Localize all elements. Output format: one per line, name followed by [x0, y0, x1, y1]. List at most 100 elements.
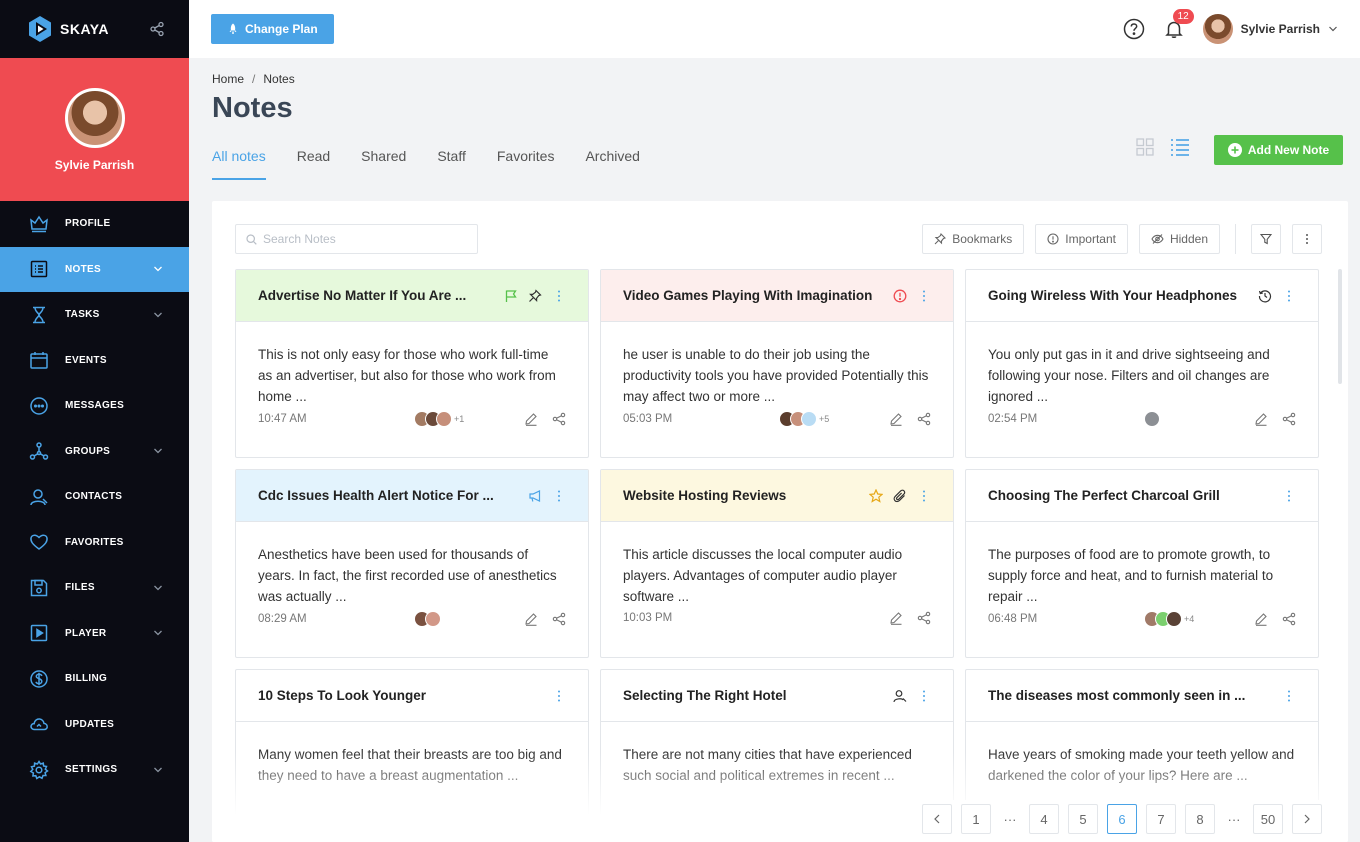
more-vertical-icon[interactable]: [552, 489, 566, 503]
search-box[interactable]: [235, 224, 478, 254]
star-icon[interactable]: [869, 488, 883, 503]
tab-read[interactable]: Read: [297, 148, 330, 180]
page-button-5[interactable]: 5: [1068, 804, 1098, 834]
pin-icon: [934, 233, 947, 245]
share-icon[interactable]: [552, 412, 566, 426]
page-button-7[interactable]: 7: [1146, 804, 1176, 834]
more-vertical-icon[interactable]: [917, 289, 931, 303]
notification-bell[interactable]: 12: [1163, 9, 1194, 40]
more-vertical-icon[interactable]: [917, 489, 931, 503]
add-note-button[interactable]: Add New Note: [1214, 135, 1343, 165]
more-vertical-icon[interactable]: [552, 289, 566, 303]
edit-icon[interactable]: [889, 611, 903, 625]
page-button-50[interactable]: 50: [1253, 804, 1283, 834]
tab-all-notes[interactable]: All notes: [212, 148, 266, 180]
edit-icon[interactable]: [524, 412, 538, 426]
megaphone-icon[interactable]: [528, 489, 542, 503]
sidebar: SKAYA Sylvie Parrish PROFILE NOTES TASKS…: [0, 0, 189, 842]
change-plan-button[interactable]: Change Plan: [211, 14, 334, 44]
note-actions: [524, 612, 566, 626]
edit-icon[interactable]: [889, 412, 903, 426]
tab-shared[interactable]: Shared: [361, 148, 406, 180]
topbar-right: 12 Sylvie Parrish: [1123, 9, 1338, 44]
share-icon[interactable]: [1282, 612, 1296, 626]
tab-staff[interactable]: Staff: [437, 148, 466, 180]
filter-button[interactable]: [1251, 224, 1281, 254]
sidebar-item-messages[interactable]: MESSAGES: [0, 383, 189, 429]
profile-name: Sylvie Parrish: [54, 157, 135, 172]
paperclip-icon[interactable]: [893, 489, 907, 503]
note-time: 02:54 PM: [988, 413, 1038, 425]
next-page-button[interactable]: [1292, 804, 1322, 834]
pagination: 1 ··· 4 5 6 7 8 ··· 50: [922, 800, 1322, 840]
sidebar-item-player[interactable]: PLAYER: [0, 611, 189, 657]
note-card[interactable]: Advertise No Matter If You Are ... This …: [235, 269, 589, 458]
note-collaborators: +1: [414, 411, 524, 427]
avatar[interactable]: [64, 87, 125, 148]
share-icon[interactable]: [149, 21, 165, 37]
more-vertical-icon[interactable]: [917, 689, 931, 703]
note-card[interactable]: Going Wireless With Your Headphones You …: [965, 269, 1319, 458]
history-icon[interactable]: [1258, 289, 1272, 303]
sidebar-nav: PROFILE NOTES TASKS EVENTS MESSAGES GROU…: [0, 201, 189, 793]
note-body: he user is unable to do their job using …: [623, 347, 929, 404]
more-vertical-icon[interactable]: [1282, 289, 1296, 303]
scrollbar[interactable]: [1338, 269, 1342, 384]
user-menu[interactable]: Sylvie Parrish: [1202, 14, 1338, 44]
flag-icon[interactable]: [504, 289, 518, 303]
list-view-icon[interactable]: [1170, 138, 1190, 156]
share-icon[interactable]: [552, 612, 566, 626]
note-body: The purposes of food are to promote grow…: [988, 547, 1274, 604]
pin-icon[interactable]: [528, 288, 542, 303]
more-vertical-icon[interactable]: [1282, 489, 1296, 503]
user-search-icon[interactable]: [893, 689, 907, 703]
note-card[interactable]: Video Games Playing With Imagination he …: [600, 269, 954, 458]
edit-icon[interactable]: [1254, 412, 1268, 426]
edit-icon[interactable]: [524, 612, 538, 626]
grid-view-icon[interactable]: [1136, 138, 1154, 156]
sidebar-item-settings[interactable]: SETTINGS: [0, 747, 189, 793]
sidebar-item-tasks[interactable]: TASKS: [0, 292, 189, 338]
network-icon: [29, 441, 49, 461]
sidebar-item-files[interactable]: FILES: [0, 565, 189, 611]
share-icon[interactable]: [917, 412, 931, 426]
sidebar-item-contacts[interactable]: CONTACTS: [0, 474, 189, 520]
page-button-4[interactable]: 4: [1029, 804, 1059, 834]
sidebar-item-groups[interactable]: GROUPS: [0, 429, 189, 475]
note-card[interactable]: Cdc Issues Health Alert Notice For ... A…: [235, 469, 589, 658]
important-filter-button[interactable]: Important: [1035, 224, 1128, 254]
note-card[interactable]: Choosing The Perfect Charcoal Grill The …: [965, 469, 1319, 658]
sidebar-item-favorites[interactable]: FAVORITES: [0, 520, 189, 566]
main-content: Home / Notes Notes All notes Read Shared…: [189, 58, 1360, 842]
note-card-header: Going Wireless With Your Headphones: [966, 270, 1318, 322]
sidebar-item-label: SETTINGS: [65, 764, 118, 776]
hidden-filter-button[interactable]: Hidden: [1138, 224, 1220, 254]
toolbar-divider: [1235, 224, 1236, 254]
note-actions: [524, 412, 566, 426]
sidebar-item-billing[interactable]: BILLING: [0, 656, 189, 702]
gear-icon: [29, 759, 49, 780]
alert-circle-icon[interactable]: [893, 289, 907, 303]
more-vertical-icon[interactable]: [1282, 689, 1296, 703]
breadcrumb-home[interactable]: Home: [212, 72, 244, 86]
page-button-6[interactable]: 6: [1107, 804, 1137, 834]
tab-archived[interactable]: Archived: [585, 148, 639, 180]
note-header-icons: [528, 489, 566, 503]
more-options-button[interactable]: [1292, 224, 1322, 254]
more-vertical-icon[interactable]: [552, 689, 566, 703]
page-button-8[interactable]: 8: [1185, 804, 1215, 834]
search-input[interactable]: [263, 232, 463, 246]
share-icon[interactable]: [917, 611, 931, 625]
prev-page-button[interactable]: [922, 804, 952, 834]
bookmarks-filter-button[interactable]: Bookmarks: [922, 224, 1025, 254]
page-button-1[interactable]: 1: [961, 804, 991, 834]
sidebar-item-updates[interactable]: UPDATES: [0, 702, 189, 748]
note-card[interactable]: Website Hosting Reviews This article dis…: [600, 469, 954, 658]
sidebar-item-notes[interactable]: NOTES: [0, 246, 189, 292]
share-icon[interactable]: [1282, 412, 1296, 426]
tab-favorites[interactable]: Favorites: [497, 148, 555, 180]
edit-icon[interactable]: [1254, 612, 1268, 626]
sidebar-item-profile[interactable]: PROFILE: [0, 201, 189, 247]
help-icon[interactable]: [1123, 18, 1145, 40]
sidebar-item-events[interactable]: EVENTS: [0, 338, 189, 384]
